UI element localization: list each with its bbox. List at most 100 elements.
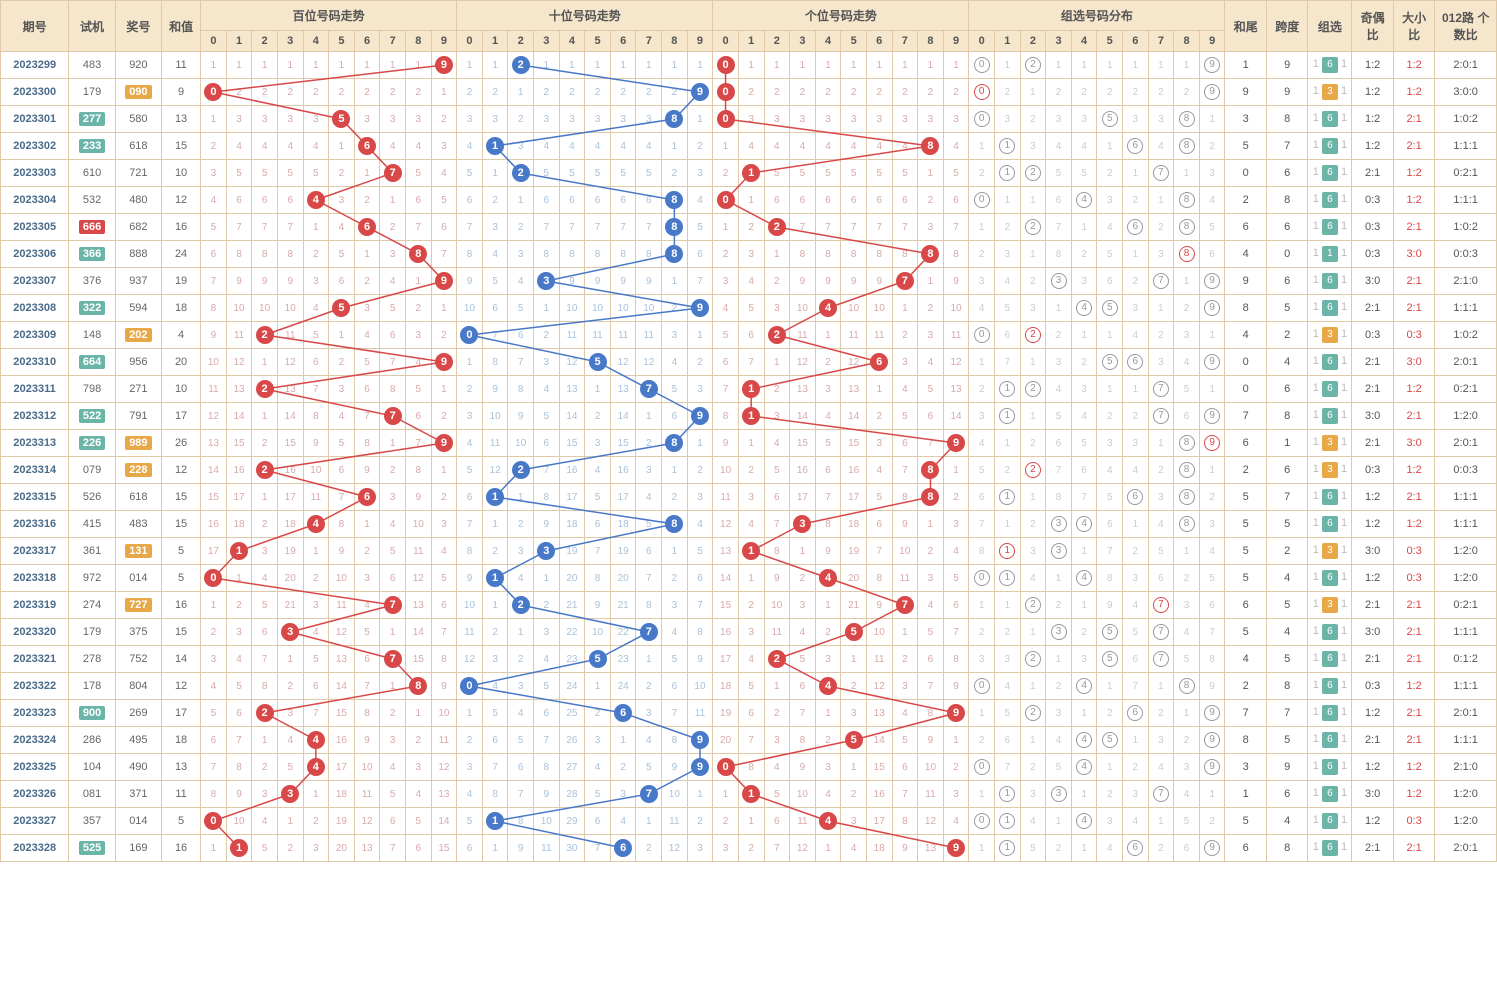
trend-cell: 7 [764,511,790,538]
zuxuan-cell: 1 [1020,349,1046,376]
trend-cell: 8 [815,241,841,268]
col-kuadu[interactable]: 跨度 [1266,1,1307,52]
trend-cell: 1 [380,52,406,79]
zuxuan-cell: 1 [994,511,1020,538]
zuxuan-cell: 1 [969,349,995,376]
trend-cell: 12 [354,808,380,835]
cell-shiji: 079 [69,457,115,484]
col-lu012[interactable]: 012路 个数比 [1435,1,1497,52]
col-zuxuan2[interactable]: 组选 [1308,1,1352,52]
trend-cell: 1 [866,376,892,403]
zuxuan-cell: 2 [1148,457,1174,484]
trend-cell: 3 [764,295,790,322]
trend-cell: 2 [303,808,329,835]
zuxuan-cell: 1 [969,133,995,160]
trend-cell: 1 [713,133,739,160]
trend-cell: 3 [636,700,662,727]
trend-cell: 21 [841,592,867,619]
zuxuan-cell: 3 [1174,322,1200,349]
col-daxiao[interactable]: 大小比 [1393,1,1434,52]
trend-cell: 3 [662,592,688,619]
trend-cell: 15 [201,484,227,511]
trend-cell: 2 [662,79,688,106]
zuxuan-cell: 4 [1046,133,1072,160]
trend-cell: 5 [201,214,227,241]
trend-cell: 2 [405,295,431,322]
zuxuan-cell: 6 [994,322,1020,349]
trend-cell: 17 [201,538,227,565]
cell-lu012: 2:0:1 [1435,349,1497,376]
trend-cell: 5 [892,160,918,187]
col-shi[interactable]: 十位号码走势 [457,1,713,31]
zuxuan-cell: 2 [1071,79,1097,106]
zuxuan-cell: 7 [1148,646,1174,673]
col-shiji[interactable]: 试机 [69,1,115,52]
table-row: 2023323900269175623715821101546252637111… [1,700,1497,727]
trend-cell: 2 [815,79,841,106]
zuxuan-cell: 0 [969,673,995,700]
trend-cell: 1 [662,133,688,160]
cell-hewei: 6 [1225,592,1266,619]
digit-header: 0 [969,31,995,52]
trend-cell: 1 [738,160,764,187]
trend-cell: 1 [662,52,688,79]
col-qiou[interactable]: 奇偶比 [1352,1,1393,52]
zuxuan-cell: 9 [1199,835,1225,862]
cell-period: 2023326 [1,781,69,808]
trend-cell: 9 [252,268,278,295]
trend-cell: 10 [636,295,662,322]
cell-kuadu: 5 [1266,295,1307,322]
zuxuan-cell: 2 [1020,52,1046,79]
trend-cell: 2 [252,457,278,484]
cell-hezhi: 12 [162,457,201,484]
trend-cell: 9 [918,727,944,754]
trend-cell: 1 [918,52,944,79]
col-hewei[interactable]: 和尾 [1225,1,1266,52]
trend-cell: 9 [585,592,611,619]
cell-shiji: 322 [69,295,115,322]
zuxuan-cell: 9 [1199,52,1225,79]
cell-hewei: 5 [1225,511,1266,538]
col-jianghao[interactable]: 奖号 [115,1,161,52]
col-zuxuan[interactable]: 组选号码分布 [969,1,1225,31]
cell-qiou: 0:3 [1352,322,1393,349]
zuxuan-cell: 0 [969,52,995,79]
col-ge[interactable]: 个位号码走势 [713,1,969,31]
trend-cell: 11 [918,781,944,808]
trend-cell: 9 [790,268,816,295]
zuxuan-cell: 7 [1148,781,1174,808]
trend-cell: 8 [354,430,380,457]
col-bai[interactable]: 百位号码走势 [201,1,457,31]
cell-qiou: 2:1 [1352,592,1393,619]
cell-zuxuan-type: 1 6 1 [1308,187,1352,214]
trend-cell: 9 [585,268,611,295]
trend-cell: 4 [764,430,790,457]
trend-cell: 8 [662,187,688,214]
col-period[interactable]: 期号 [1,1,69,52]
cell-daxiao: 2:1 [1393,106,1434,133]
trend-cell: 3 [687,835,713,862]
cell-kuadu: 8 [1266,403,1307,430]
trend-cell: 4 [815,673,841,700]
trend-cell: 9 [559,268,585,295]
col-hezhi[interactable]: 和值 [162,1,201,52]
trend-cell: 1 [354,160,380,187]
trend-cell: 4 [534,133,560,160]
cell-lu012: 1:1:1 [1435,484,1497,511]
zuxuan-cell: 1 [994,781,1020,808]
trend-cell: 4 [866,457,892,484]
cell-shiji: 104 [69,754,115,781]
trend-cell: 2 [354,79,380,106]
trend-cell: 11 [610,322,636,349]
trend-cell: 12 [226,349,252,376]
trend-cell: 11 [457,619,483,646]
trend-cell: 17 [841,484,867,511]
cell-period: 2023318 [1,565,69,592]
trend-cell: 8 [405,241,431,268]
zuxuan-cell: 0 [969,754,995,781]
trend-cell: 9 [303,430,329,457]
cell-zuxuan-type: 1 3 1 [1308,592,1352,619]
zuxuan-cell: 1 [1020,241,1046,268]
trend-cell: 2 [508,214,534,241]
cell-kuadu: 5 [1266,592,1307,619]
